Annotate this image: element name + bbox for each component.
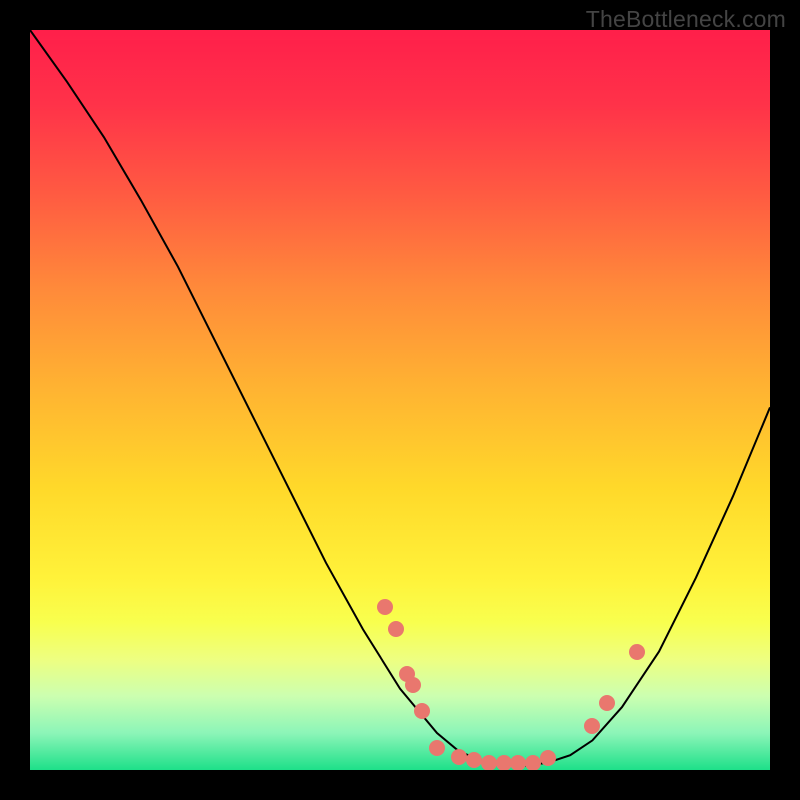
plot-area: [30, 30, 770, 770]
data-marker: [451, 749, 467, 765]
data-marker: [525, 755, 541, 770]
data-marker: [629, 644, 645, 660]
watermark-text: TheBottleneck.com: [586, 6, 786, 33]
data-marker: [414, 703, 430, 719]
chart-frame: TheBottleneck.com: [0, 0, 800, 800]
data-marker: [510, 755, 526, 770]
bottleneck-curve: [30, 30, 770, 770]
data-marker: [496, 755, 512, 770]
data-marker: [584, 718, 600, 734]
data-marker: [429, 740, 445, 756]
data-marker: [481, 755, 497, 770]
